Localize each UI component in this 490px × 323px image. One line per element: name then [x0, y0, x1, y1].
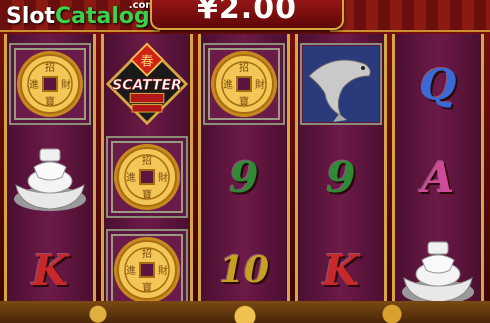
coin-icon: 招 財 進 寶 — [211, 51, 277, 117]
reel-4-row-1 — [298, 38, 384, 130]
ingot-icon — [402, 241, 474, 304]
coin-char-top: 招 — [142, 247, 152, 260]
scatter-label: SCATTER — [112, 78, 182, 94]
reel-2-row-2: 招 財 進 寶 — [104, 131, 190, 223]
ingot-icon — [14, 148, 86, 211]
coin-char-right: 財 — [61, 78, 71, 91]
reel-1-row-1: 招 財 進 寶 — [7, 38, 93, 130]
coin-icon: 招 財 進 寶 — [114, 237, 180, 303]
coin-icon: 招 財 進 寶 — [17, 51, 83, 117]
letter-symbol: 10 — [218, 249, 270, 291]
reel-5-row-1: Q — [395, 38, 481, 130]
reel-3-row-1: 招 財 進 寶 — [201, 38, 287, 130]
coin-char-top: 招 — [142, 154, 152, 167]
coin-icon: 招 財 進 寶 — [114, 144, 180, 210]
coin-char-top: 招 — [45, 61, 55, 74]
reel-3-row-2: 9 — [201, 131, 287, 223]
slot-game: SlotCatalog .com ¥2.00 招 財 進 寶 K 春 SCATTE… — [0, 0, 490, 323]
coin-char-left: 進 — [126, 265, 136, 277]
letter-symbol: A — [421, 152, 455, 202]
win-amount: ¥2.00 — [197, 0, 297, 26]
coin-char-bottom: 寶 — [239, 95, 249, 108]
reel-5-row-2: A — [395, 131, 481, 223]
letter-symbol: 9 — [326, 152, 356, 202]
win-banner: ¥2.00 — [150, 0, 344, 30]
coin-char-bottom: 寶 — [142, 188, 152, 201]
coin-char-left: 進 — [126, 172, 136, 184]
reels-area: 招 財 進 寶 K 春 SCATTER 招 財 進 寶 招 財 進 寶 招 財 … — [4, 34, 488, 323]
symbol-frame: 招 財 進 寶 — [203, 43, 285, 125]
coin-char-top: 招 — [239, 61, 249, 74]
letter-symbol: Q — [419, 59, 457, 109]
reel-4-row-2: 9 — [298, 131, 384, 223]
coin-char-right: 財 — [158, 171, 168, 184]
coin-char-bottom: 寶 — [142, 281, 152, 294]
symbol-frame: 招 財 進 寶 — [9, 43, 91, 125]
coin-char-right: 財 — [255, 78, 265, 91]
symbol-frame — [300, 43, 382, 125]
coin-char-bottom: 寶 — [45, 95, 55, 108]
reel-3: 招 財 進 寶 9 10 — [198, 34, 290, 323]
watermark: SlotCatalog .com — [6, 0, 156, 29]
watermark-prefix: Slot — [6, 4, 56, 29]
reel-4: 9K — [295, 34, 387, 323]
reel-2-row-1: 春 SCATTER — [104, 38, 190, 130]
scatter-badge-text: 春 — [140, 53, 153, 69]
symbol-frame: 招 財 進 寶 — [106, 229, 188, 311]
reel-2: 春 SCATTER 招 財 進 寶 招 財 進 寶 — [101, 34, 193, 323]
coin-char-right: 財 — [158, 264, 168, 277]
reel-1: 招 財 進 寶 K — [4, 34, 96, 323]
letter-symbol: K — [31, 245, 69, 295]
gold-coins-footer — [0, 301, 490, 323]
top-ornament-right — [330, 0, 490, 32]
reel-1-row-2 — [7, 131, 93, 223]
scatter-icon: 春 SCATTER — [105, 42, 189, 126]
symbol-frame: 招 財 進 寶 — [106, 136, 188, 218]
reel-5: QA — [392, 34, 484, 323]
letter-symbol: 9 — [229, 152, 259, 202]
coin-char-left: 進 — [223, 79, 233, 91]
letter-symbol: K — [322, 245, 360, 295]
fish-icon — [303, 46, 379, 122]
coin-char-left: 進 — [29, 79, 39, 91]
